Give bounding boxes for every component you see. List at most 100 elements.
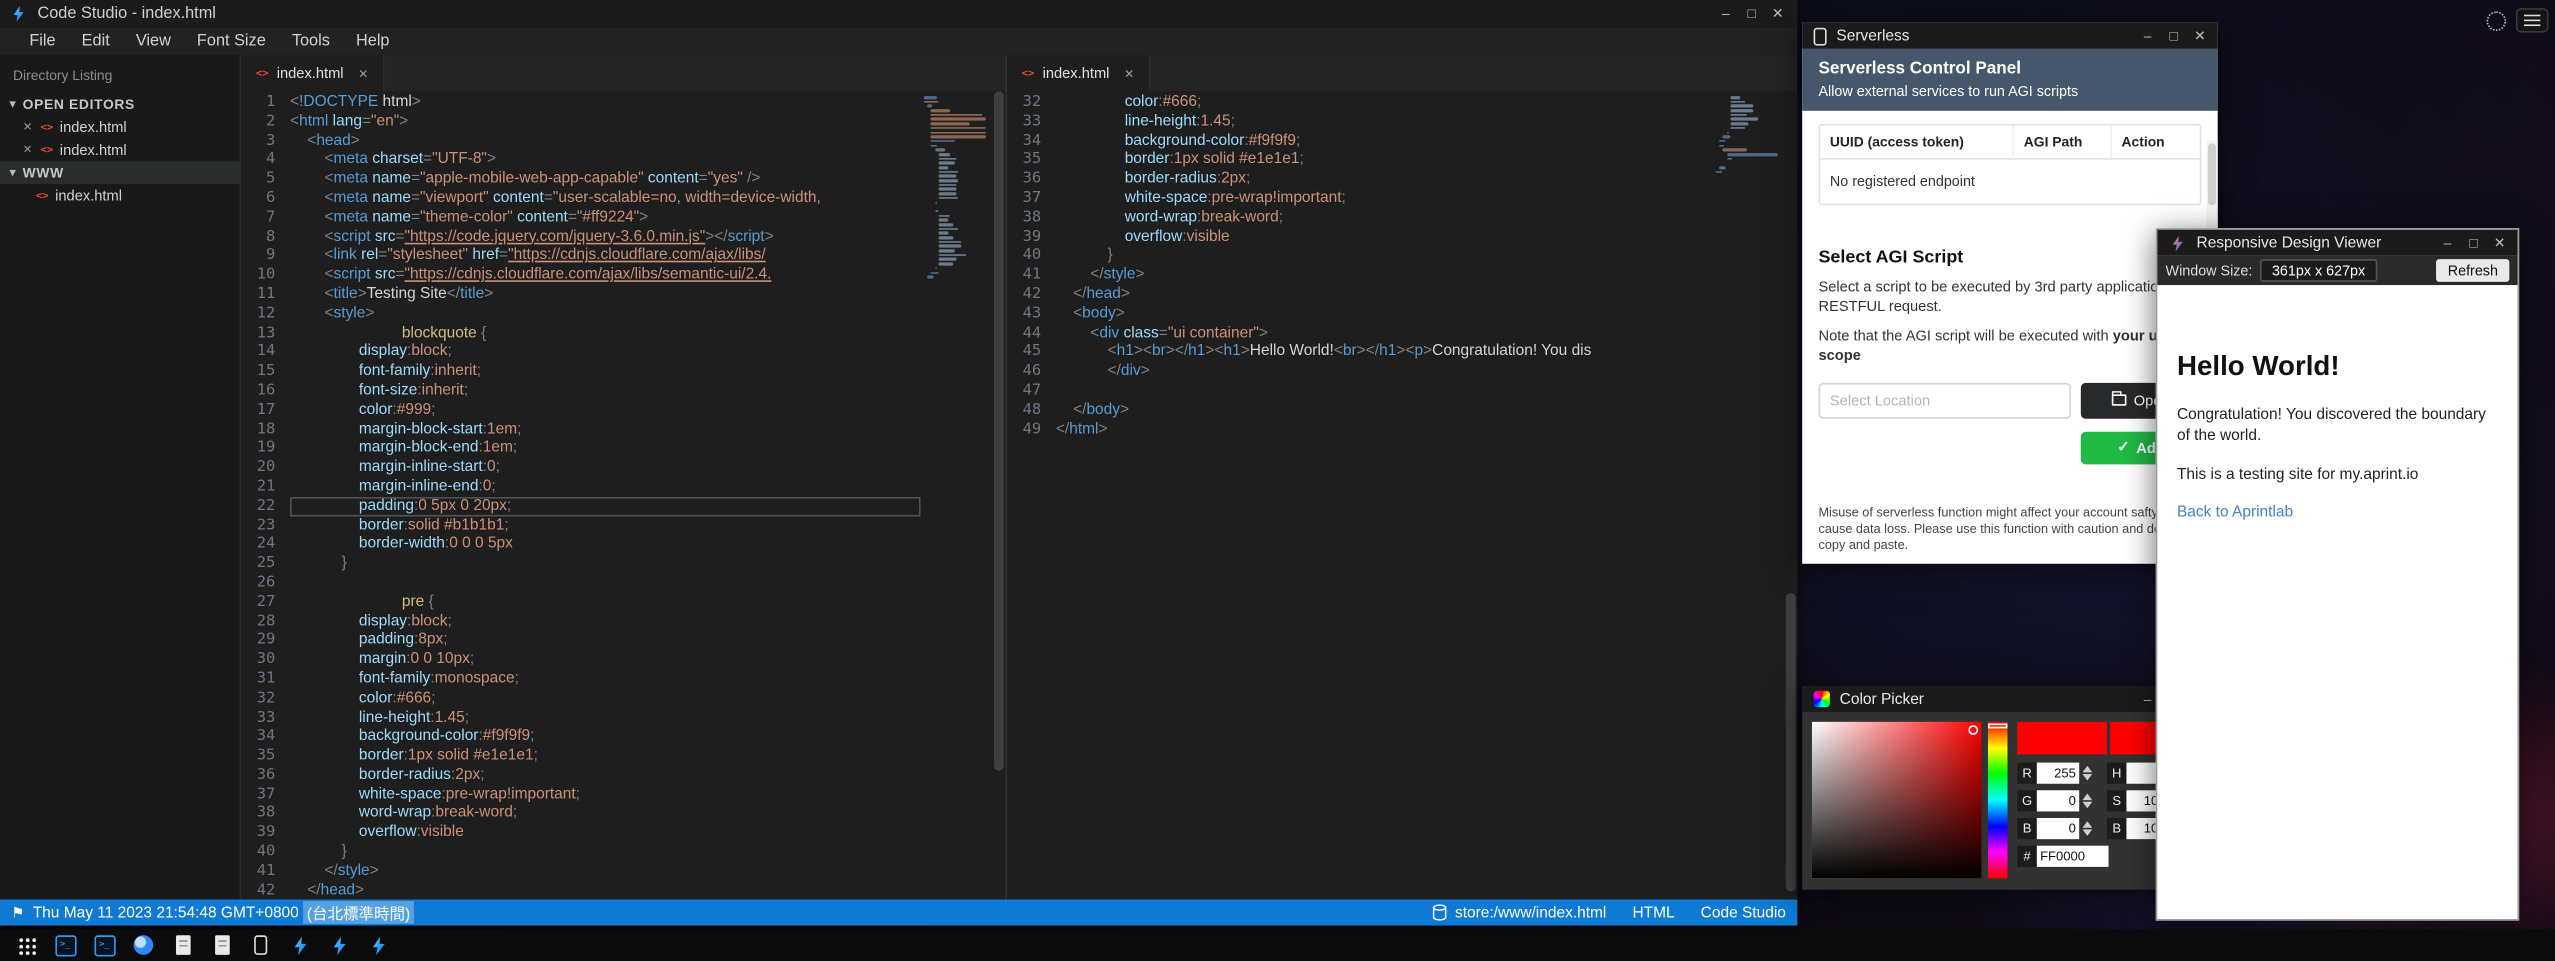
rgb-g-stepper[interactable]	[2082, 794, 2092, 809]
stepper-up-icon[interactable]	[2082, 766, 2092, 773]
code-line[interactable]: margin-block-start:1em;	[290, 420, 921, 439]
code-line[interactable]: </style>	[1056, 266, 1713, 285]
window-size-value[interactable]: 361px x 627px	[2261, 259, 2377, 282]
close-button[interactable]: ✕	[1765, 2, 1791, 26]
code-area[interactable]: <!DOCTYPE html><html lang="en"> <head> <…	[290, 91, 921, 899]
close-button[interactable]: ✕	[2187, 24, 2213, 48]
code-line[interactable]: background-color:#f9f9f9;	[290, 727, 921, 746]
code-line[interactable]: border-radius:2px;	[290, 766, 921, 785]
code-studio-app-3[interactable]	[358, 929, 397, 961]
code-studio-app-2[interactable]	[319, 929, 358, 961]
code-line[interactable]: padding:8px;	[290, 631, 921, 650]
code-line[interactable]: <h1><br></h1><h1>Hello World!<br></h1><p…	[1056, 343, 1713, 362]
code-line[interactable]: font-family:inherit;	[290, 362, 921, 381]
viewer-title-bar[interactable]: Responsive Design Viewer – □ ✕	[2157, 230, 2517, 256]
code-line[interactable]: line-height:1.45;	[1056, 112, 1713, 131]
code-line[interactable]: <meta name="theme-color" content="#ff922…	[290, 208, 921, 227]
code-line[interactable]: margin-inline-end:0;	[290, 477, 921, 496]
select-location-input[interactable]	[1818, 382, 2071, 418]
code-line[interactable]	[290, 573, 921, 592]
code-line[interactable]: background-color:#f9f9f9;	[1056, 131, 1713, 150]
rgb-b-input[interactable]	[2037, 818, 2079, 839]
code-line[interactable]: border-width:0 0 0 5px	[290, 535, 921, 554]
editor-scrollbar[interactable]	[992, 91, 1005, 899]
minimize-button[interactable]: –	[2135, 24, 2161, 48]
status-datetime[interactable]: Thu May 11 2023 21:54:48 GMT+0800	[33, 904, 299, 922]
color-cursor[interactable]	[1968, 725, 1978, 735]
close-tab-icon[interactable]: ✕	[1124, 66, 1134, 81]
menu-edit[interactable]: Edit	[69, 28, 123, 56]
code-line[interactable]: border-radius:2px;	[1056, 170, 1713, 189]
menu-tools[interactable]: Tools	[279, 28, 343, 56]
stepper-down-icon[interactable]	[2082, 829, 2092, 836]
code-line[interactable]: pre {	[290, 593, 921, 612]
maximize-button[interactable]: □	[2161, 24, 2187, 48]
code-line[interactable]: margin-inline-start:0;	[290, 458, 921, 477]
menu-file[interactable]: File	[16, 28, 68, 56]
code-line[interactable]: </div>	[1056, 362, 1713, 381]
code-line[interactable]: </html>	[1056, 420, 1713, 439]
text-editor-app-1[interactable]	[163, 929, 202, 961]
rgb-r-stepper[interactable]	[2082, 766, 2092, 781]
code-line[interactable]: <body>	[1056, 304, 1713, 323]
www-folder-header[interactable]: ▾ WWW	[0, 161, 240, 184]
code-studio-app-1[interactable]	[280, 929, 319, 961]
code-line[interactable]: <meta name="viewport" content="user-scal…	[290, 189, 921, 208]
code-line[interactable]: }	[290, 843, 921, 862]
stepper-up-icon[interactable]	[2082, 821, 2092, 828]
menu-view[interactable]: View	[123, 28, 184, 56]
code-line[interactable]	[1056, 381, 1713, 400]
status-app-name[interactable]: Code Studio	[1701, 904, 1786, 922]
terminal-app-1[interactable]: >_	[46, 929, 85, 961]
tab-index-html[interactable]: <> index.html ✕	[1007, 55, 1151, 91]
code-line[interactable]: color:#666;	[290, 689, 921, 708]
close-file-icon[interactable]: ✕	[23, 143, 33, 156]
code-line[interactable]: overflow:visible	[290, 823, 921, 842]
maximize-button[interactable]: □	[2460, 231, 2486, 255]
code-line[interactable]: border:solid #b1b1b1;	[290, 516, 921, 535]
menu-help[interactable]: Help	[343, 28, 403, 56]
stepper-down-icon[interactable]	[2082, 802, 2092, 809]
code-line[interactable]: <link rel="stylesheet" href="https://cdn…	[290, 247, 921, 266]
code-line[interactable]: display:block;	[290, 343, 921, 362]
code-line[interactable]: word-wrap:break-word;	[290, 804, 921, 823]
code-line[interactable]: <!DOCTYPE html>	[290, 93, 921, 112]
tab-index-html[interactable]: <> index.html ✕	[241, 55, 385, 91]
code-line[interactable]: <meta name="apple-mobile-web-app-capable…	[290, 170, 921, 189]
code-studio-title-bar[interactable]: Code Studio - index.html – □ ✕	[0, 0, 1797, 28]
code-line[interactable]: </style>	[290, 862, 921, 881]
refresh-button[interactable]: Refresh	[2436, 259, 2509, 282]
scrollbar-thumb[interactable]	[994, 91, 1004, 770]
code-line[interactable]: white-space:pre-wrap!important;	[1056, 189, 1713, 208]
file-item[interactable]: <>index.html	[0, 184, 240, 207]
open-editor-item[interactable]: ✕<>index.html	[0, 116, 240, 139]
code-line[interactable]: }	[1056, 247, 1713, 266]
stepper-down-icon[interactable]	[2082, 774, 2092, 781]
status-timezone[interactable]: (台北標準時間)	[304, 901, 414, 924]
editor-scrollbar[interactable]	[1784, 91, 1797, 899]
code-line[interactable]: </head>	[1056, 285, 1713, 304]
browser-app[interactable]	[124, 929, 163, 961]
code-line[interactable]: blockquote {	[290, 324, 921, 343]
code-line[interactable]: </head>	[290, 881, 921, 899]
start-button[interactable]	[7, 929, 46, 961]
stepper-up-icon[interactable]	[2082, 794, 2092, 801]
status-file-path[interactable]: store:/www/index.html	[1455, 904, 1606, 922]
minimize-button[interactable]: –	[1713, 2, 1739, 26]
minimap[interactable]	[921, 91, 993, 899]
status-language[interactable]: HTML	[1632, 904, 1674, 922]
scrollbar-thumb[interactable]	[2208, 143, 2216, 205]
code-line[interactable]: color:#666;	[1056, 93, 1713, 112]
menu-font-size[interactable]: Font Size	[184, 28, 279, 56]
code-line[interactable]: </body>	[1056, 400, 1713, 419]
terminal-app-2[interactable]: >_	[85, 929, 124, 961]
code-line[interactable]: <script src="https://cdnjs.cloudflare.co…	[290, 266, 921, 285]
code-line[interactable]: margin-block-end:1em;	[290, 439, 921, 458]
code-line[interactable]: border:1px solid #e1e1e1;	[1056, 151, 1713, 170]
rgb-b-stepper[interactable]	[2082, 821, 2092, 836]
code-line[interactable]: }	[290, 554, 921, 573]
code-line[interactable]: <div class="ui container">	[1056, 324, 1713, 343]
code-area[interactable]: color:#666; line-height:1.45; background…	[1056, 91, 1713, 899]
code-line[interactable]: margin:0 0 10px;	[290, 650, 921, 669]
maximize-button[interactable]: □	[1739, 2, 1765, 26]
